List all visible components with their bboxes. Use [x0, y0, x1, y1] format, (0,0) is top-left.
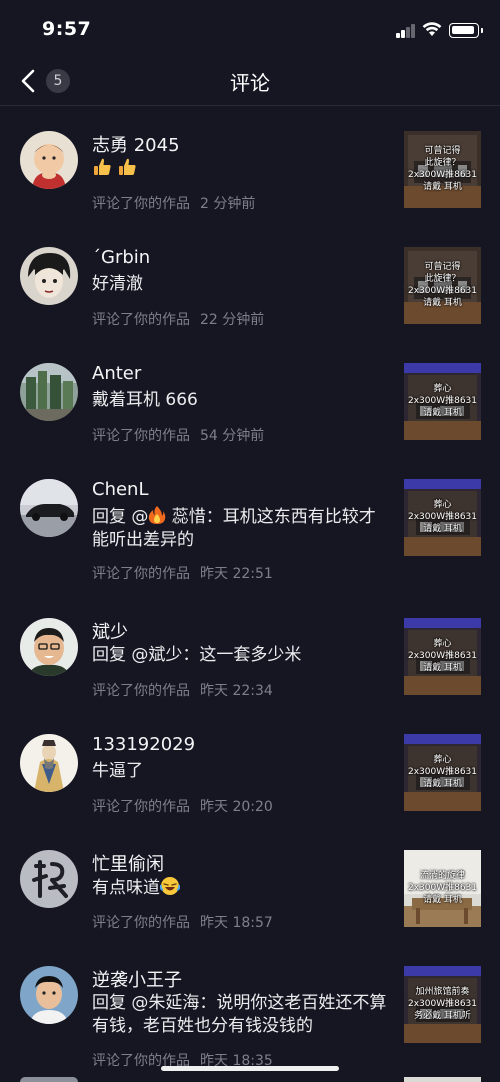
comment-meta: 评论了你的作品 昨天 22:34 — [92, 680, 273, 700]
comment-action: 评论了你的作品 — [92, 799, 190, 815]
avatar[interactable] — [20, 131, 78, 189]
avatar[interactable] — [20, 734, 78, 792]
comment-text: 回复 @斌少：这一套多少米 — [92, 645, 302, 665]
comment-item[interactable]: ´Grbin 好清澈 评论了你的作品 22 分钟前 可曾记得 此旋律？ 2x300W推… — [0, 223, 500, 339]
comment-meta: 评论了你的作品 昨天 22:51 — [92, 563, 273, 583]
comment-item[interactable]: 志勇 2045 评论了你的作品 2 分钟前 可曾记得 此旋律？ 2x300W推8631… — [0, 107, 500, 223]
comment-time: 22 分钟前 — [200, 312, 265, 328]
status-bar: 9:57 — [0, 0, 500, 60]
thumbs-up-icon — [119, 158, 137, 175]
commenter-name[interactable]: 忙里偷闲 — [92, 850, 164, 876]
thumbnail-caption: 葬心 2x300W推8631 请戴 耳机 — [407, 755, 478, 789]
comment-meta: 评论了你的作品 昨天 18:57 — [92, 912, 273, 932]
commenter-name[interactable]: Anter — [92, 363, 141, 384]
video-thumbnail[interactable]: 加州旅馆前奏 2x300W推8631 务必戴 耳机听 — [404, 966, 481, 1043]
comment-time: 54 分钟前 — [200, 428, 265, 444]
wifi-icon — [422, 22, 442, 36]
commenter-name[interactable]: 志勇 2045 — [92, 131, 180, 157]
comment-time: 昨天 18:57 — [200, 915, 273, 931]
thumbs-up-icon — [94, 158, 111, 175]
comment-time: 昨天 20:20 — [200, 799, 273, 815]
avatar — [20, 1077, 78, 1082]
thumbnail-caption: 葬心 2x300W推8631 请戴 耳机 — [407, 500, 478, 534]
comment-meta: 评论了你的作品 2 分钟前 — [92, 193, 255, 213]
comment-text: 回复 @ 蕊惜：耳机这东西有比较才能听出差异的 — [92, 506, 376, 550]
comment-item[interactable]: Anter 戴着耳机 666 评论了你的作品 54 分钟前 葬心 2x300W推86… — [0, 339, 500, 455]
commenter-name[interactable]: 133192029 — [92, 734, 195, 755]
thumbnail-caption: 可曾记得 此旋律？ 2x300W推8631 请戴 耳机 — [407, 146, 478, 192]
comment-meta: 评论了你的作品 昨天 20:20 — [92, 796, 273, 816]
cellular-signal-icon — [396, 24, 416, 38]
video-thumbnail[interactable]: 葬心 2x300W推8631 请戴 耳机 — [404, 479, 481, 556]
avatar[interactable] — [20, 966, 78, 1024]
comment-action: 评论了你的作品 — [92, 428, 190, 444]
commenter-name[interactable]: 斌少 — [92, 618, 128, 644]
comment-action: 评论了你的作品 — [92, 566, 190, 582]
video-thumbnail[interactable]: 流淌的旋律 2x300W推8631 请戴 耳机 — [404, 850, 481, 927]
video-thumbnail[interactable]: 可曾记得 此旋律？ 2x300W推8631 请戴 耳机 — [404, 131, 481, 208]
thumbnail-caption: 加州旅馆前奏 2x300W推8631 务必戴 耳机听 — [407, 987, 478, 1021]
thumbnail-caption: 流淌的旋律 2x300W推8631 请戴 耳机 — [407, 871, 478, 905]
home-indicator[interactable] — [161, 1066, 339, 1071]
comment-time: 2 分钟前 — [200, 196, 256, 212]
video-thumbnail — [404, 1077, 481, 1082]
comment-item[interactable]: 逆袭小王子 回复 @朱延海：说明你这老百姓还不算有钱，老百姓也分有钱没钱的 评论… — [0, 942, 500, 1082]
comment-text: 好清澈 — [92, 274, 143, 294]
thumbnail-caption: 葬心 2x300W推8631 请戴 耳机 — [407, 384, 478, 418]
comment-time: 昨天 22:51 — [200, 566, 273, 582]
laughing-emoji-icon — [160, 877, 180, 895]
video-thumbnail[interactable]: 可曾记得 此旋律？ 2x300W推8631 请戴 耳机 — [404, 247, 481, 324]
thumbnail-caption: 可曾记得 此旋律？ 2x300W推8631 请戴 耳机 — [407, 262, 478, 308]
comment-text: 戴着耳机 666 — [92, 390, 198, 410]
avatar[interactable] — [20, 618, 78, 676]
comment-action: 评论了你的作品 — [92, 683, 190, 699]
video-thumbnail[interactable]: 葬心 2x300W推8631 请戴 耳机 — [404, 734, 481, 811]
status-time: 9:57 — [42, 18, 92, 40]
page-title: 评论 — [230, 71, 270, 95]
commenter-name[interactable]: ´Grbin — [92, 247, 150, 268]
comment-item[interactable]: 133192029 牛逼了 评论了你的作品 昨天 20:20 葬心 2x300W推8… — [0, 710, 500, 826]
comment-text: 回复 @朱延海：说明你这老百姓还不算有钱，老百姓也分有钱没钱的 — [92, 993, 387, 1036]
comment-text — [92, 157, 388, 181]
video-thumbnail[interactable]: 葬心 2x300W推8631 请戴 耳机 — [404, 363, 481, 440]
video-thumbnail[interactable]: 葬心 2x300W推8631 请戴 耳机 — [404, 618, 481, 695]
avatar[interactable] — [20, 363, 78, 421]
fire-icon — [149, 506, 166, 524]
avatar[interactable] — [20, 850, 78, 908]
comment-text: 有点味道 — [92, 876, 388, 900]
comment-text: 牛逼了 — [92, 761, 143, 781]
avatar[interactable] — [20, 247, 78, 305]
comment-item-partial — [0, 1077, 500, 1082]
thumbnail-caption: 葬心 2x300W推8631 请戴 耳机 — [407, 639, 478, 673]
comment-time: 昨天 22:34 — [200, 683, 273, 699]
avatar[interactable] — [20, 479, 78, 537]
comment-item[interactable]: 斌少 回复 @斌少：这一套多少米 评论了你的作品 昨天 22:34 葬心 2x300… — [0, 594, 500, 710]
commenter-name[interactable]: 逆袭小王子 — [92, 966, 182, 992]
comment-action: 评论了你的作品 — [92, 312, 190, 328]
comment-meta: 评论了你的作品 22 分钟前 — [92, 309, 264, 329]
comment-item[interactable]: ChenL 回复 @ 蕊惜：耳机这东西有比较才能听出差异的 评论了你的作品 昨天 … — [0, 455, 500, 582]
nav-bar: 5 评论 — [0, 56, 500, 106]
comment-action: 评论了你的作品 — [92, 915, 190, 931]
battery-icon — [449, 23, 483, 38]
comment-meta: 评论了你的作品 54 分钟前 — [92, 425, 264, 445]
commenter-name[interactable]: ChenL — [92, 479, 149, 500]
comment-action: 评论了你的作品 — [92, 196, 190, 212]
comment-item[interactable]: 忙里偷闲 有点味道 评论了你的作品 昨天 18:57 流淌的旋律 2x300W推86… — [0, 826, 500, 942]
